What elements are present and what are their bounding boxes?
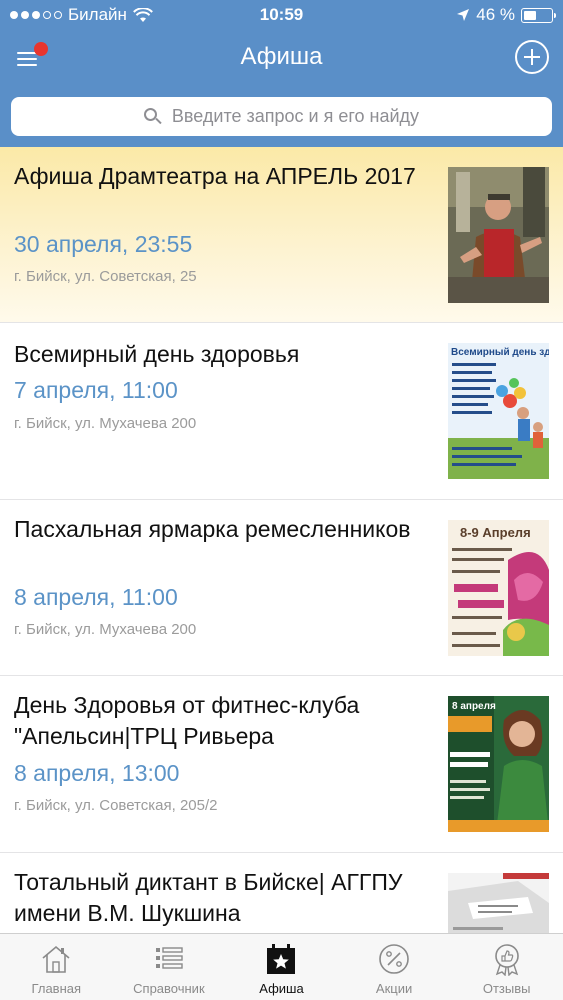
- tab-afisha[interactable]: Афиша: [225, 934, 338, 1000]
- event-place: г. Бийск, ул. Мухачева 200: [14, 621, 197, 638]
- event-item[interactable]: Афиша Драмтеатра на АПРЕЛЬ 2017 30 апрел…: [0, 147, 563, 323]
- search-placeholder: Введите запрос и я его найду: [171, 106, 420, 126]
- event-title: День Здоровья от фитнес-клуба "Апельсин|…: [14, 692, 360, 749]
- tab-directory[interactable]: Справочник: [113, 934, 226, 1000]
- event-date: 30 апреля, 23:55: [14, 231, 193, 257]
- tab-label: Справочник: [133, 981, 205, 996]
- home-icon: [42, 945, 70, 973]
- tab-bar: Главная Справочник Афиша Акции Отзывы: [0, 933, 563, 1000]
- plus-circle-icon[interactable]: [515, 40, 549, 74]
- event-item[interactable]: День Здоровья от фитнес-клуба "Апельсин|…: [0, 676, 563, 853]
- header: Билайн 10:59 46 % Афиша Введите запрос и…: [0, 0, 563, 147]
- search-icon: [143, 107, 162, 126]
- event-item[interactable]: Тотальный диктант в Бийске| АГГПУ имени …: [0, 853, 563, 933]
- tab-home[interactable]: Главная: [0, 934, 113, 1000]
- tab-label: Афиша: [259, 981, 304, 996]
- event-thumbnail: 8-9 Апреля: [448, 520, 549, 656]
- event-thumbnail: [448, 873, 549, 933]
- event-date: 8 апреля, 11:00: [14, 584, 178, 610]
- event-place: г. Бийск, ул. Мухачева 200: [14, 415, 197, 432]
- event-item[interactable]: Пасхальная ярмарка ремесленников 8 апрел…: [0, 500, 563, 676]
- event-thumbnail: 8 апреля: [448, 696, 549, 832]
- event-thumbnail: [448, 167, 549, 303]
- event-date: 8 апреля, 13:00: [14, 760, 180, 786]
- event-item[interactable]: Всемирный день здоровья 7 апреля, 11:00 …: [0, 323, 563, 500]
- tab-label: Акции: [375, 981, 413, 996]
- tab-reviews[interactable]: Отзывы: [450, 934, 563, 1000]
- event-date: 7 апреля, 11:00: [14, 377, 178, 403]
- thumbnail-caption: 8-9 Апреля: [460, 525, 531, 540]
- thumbnail-caption: Всемирный день зд: [451, 347, 549, 358]
- percent-icon: [379, 944, 409, 974]
- event-title: Всемирный день здоровья: [14, 341, 300, 367]
- location-arrow-icon: [457, 9, 470, 21]
- event-title: Пасхальная ярмарка ремесленников: [14, 516, 411, 542]
- nav-bar: Афиша: [0, 30, 563, 88]
- battery-percent: 46 %: [476, 5, 515, 24]
- search-input[interactable]: Введите запрос и я его найду: [11, 97, 552, 136]
- list-icon: [155, 947, 183, 969]
- event-place: г. Бийск, ул. Советская, 205/2: [14, 797, 218, 814]
- battery-icon: [521, 7, 556, 23]
- tab-promotions[interactable]: Акции: [338, 934, 451, 1000]
- calendar-star-icon: [267, 944, 296, 974]
- event-title: Афиша Драмтеатра на АПРЕЛЬ 2017: [14, 163, 416, 189]
- event-title: Тотальный диктант в Бийске| АГГПУ имени …: [14, 869, 403, 926]
- event-list: Афиша Драмтеатра на АПРЕЛЬ 2017 30 апрел…: [0, 147, 563, 933]
- event-place: г. Бийск, ул. Советская, 25: [14, 268, 197, 285]
- tab-label: Отзывы: [482, 981, 531, 996]
- thumbs-up-badge-icon: [494, 944, 519, 976]
- status-bar: Билайн 10:59 46 %: [0, 0, 563, 30]
- page-title: Афиша: [240, 43, 323, 70]
- thumbnail-caption: 8 апреля: [452, 701, 496, 712]
- tab-label: Главная: [31, 981, 82, 996]
- event-thumbnail: Всемирный день зд: [448, 343, 549, 479]
